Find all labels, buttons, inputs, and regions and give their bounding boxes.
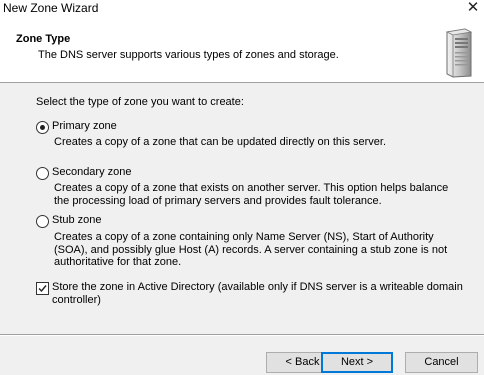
window-title: New Zone Wizard (3, 1, 99, 15)
stub-zone-label[interactable]: Stub zone (52, 214, 102, 226)
primary-zone-radio[interactable] (36, 121, 49, 134)
wizard-header: Zone Type The DNS server supports variou… (0, 18, 484, 83)
zone-type-prompt: Select the type of zone you want to crea… (36, 96, 244, 108)
page-subtitle: The DNS server supports various types of… (38, 49, 339, 61)
back-button-label: < Back (285, 356, 320, 368)
secondary-zone-label[interactable]: Secondary zone (52, 166, 132, 178)
store-in-ad-label[interactable]: Store the zone in Active Directory (avai… (52, 281, 472, 306)
next-button[interactable]: Next > (321, 352, 393, 373)
primary-zone-description: Creates a copy of a zone that can be upd… (54, 136, 387, 148)
store-in-ad-checkbox[interactable] (36, 282, 49, 295)
close-icon[interactable]: ✕ (466, 0, 480, 17)
radio-selected-dot (40, 125, 45, 130)
page-title: Zone Type (16, 33, 71, 45)
cancel-button-label: Cancel (424, 356, 459, 368)
footer-divider (0, 334, 484, 336)
secondary-zone-radio[interactable] (36, 167, 49, 180)
cancel-button[interactable]: Cancel (405, 352, 478, 373)
checkmark-icon (38, 285, 47, 293)
stub-zone-radio[interactable] (36, 215, 49, 228)
next-button-label: Next > (340, 356, 374, 368)
title-bar: New Zone Wizard ✕ (0, 0, 484, 18)
wizard-content: Select the type of zone you want to crea… (0, 83, 484, 333)
stub-zone-description: Creates a copy of a zone containing only… (54, 231, 448, 268)
secondary-zone-description: Creates a copy of a zone that exists on … (54, 182, 449, 207)
server-tower-icon (445, 28, 473, 78)
primary-zone-label[interactable]: Primary zone (52, 120, 117, 132)
